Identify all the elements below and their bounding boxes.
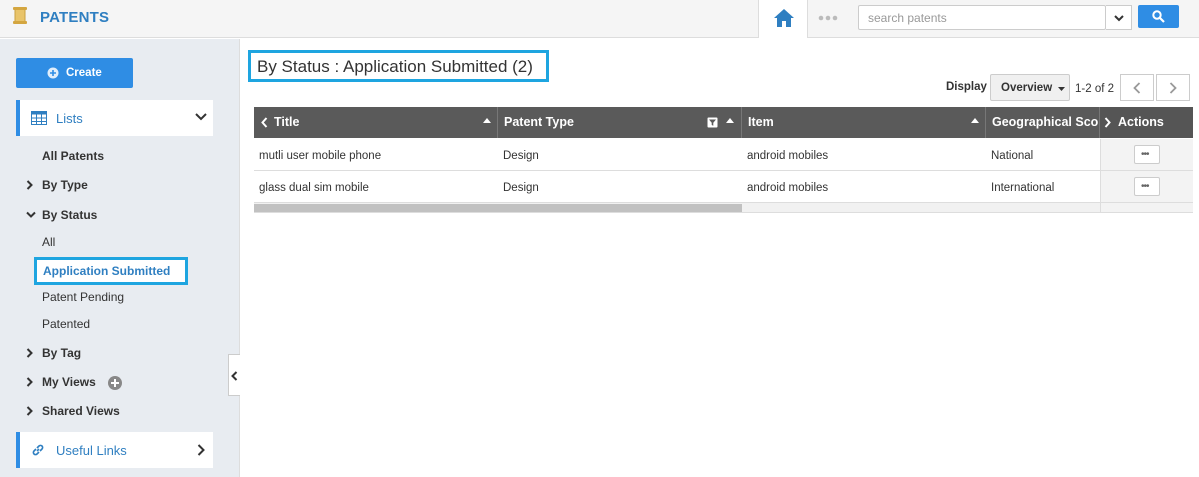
chevron-right-icon [197,444,205,456]
chevron-right-icon [26,406,33,416]
cell-item: android mobiles [747,182,829,194]
sort-asc-icon[interactable] [971,118,979,123]
page-title-box: By Status : Application Submitted (2) [248,50,549,82]
sidebar: Create Lists All Patents By Type By Stat… [0,39,240,477]
table-row[interactable]: glass dual sim mobile Design android mob… [254,171,1100,203]
home-icon [774,9,794,27]
chevron-left-icon [231,371,238,381]
chevron-down-icon [26,211,36,218]
chevron-down-icon [195,113,207,121]
create-button-label: Create [66,67,102,79]
page-title: By Status : Application Submitted (2) [257,57,533,76]
create-button[interactable]: Create [16,58,133,88]
column-header-title[interactable]: Title [254,107,498,138]
search-icon [1152,10,1165,23]
app-title[interactable]: PATENTS [40,9,109,26]
sidebar-item-application-submitted[interactable]: Application Submitted [34,257,188,285]
add-view-icon[interactable] [108,376,122,390]
table-row[interactable]: mutli user mobile phone Design android m… [254,139,1100,171]
patent-scroll-icon [13,7,27,24]
sidebar-collapse-handle[interactable] [228,354,240,396]
cell-patent-type: Design [503,182,539,194]
column-header-actions: Actions [1100,107,1193,138]
search-box [858,5,1106,30]
table-header: Title Patent Type Item Geographical Sco … [254,107,1193,138]
chevron-right-icon [26,348,33,358]
search-input[interactable] [859,6,1105,29]
home-button[interactable] [758,0,808,38]
useful-links-panel-header[interactable]: Useful Links [16,432,213,468]
link-icon [32,444,44,456]
cell-patent-type: Design [503,150,539,162]
row-actions-cell: ••• [1100,139,1193,171]
cell-title[interactable]: mutli user mobile phone [259,150,381,162]
search-scope-dropdown[interactable] [1106,5,1132,30]
row-actions-cell: ••• [1100,171,1193,203]
list-table-icon [31,111,47,125]
chevron-right-icon [1169,82,1177,94]
chevron-right-icon [26,180,33,190]
previous-page-button[interactable] [1120,74,1154,101]
display-select[interactable]: Overview [990,74,1070,101]
cell-title[interactable]: glass dual sim mobile [259,182,369,194]
cell-item: android mobiles [747,150,829,162]
column-header-geographical-scope[interactable]: Geographical Sco [986,107,1100,138]
row-more-actions-button[interactable]: ••• [1134,145,1160,164]
next-page-button[interactable] [1156,74,1190,101]
top-bar: PATENTS [0,0,1199,38]
expand-right-icon[interactable] [1104,117,1111,128]
useful-links-label: Useful Links [56,443,127,458]
plus-circle-icon [47,67,59,79]
cell-geographical-scope: International [991,182,1055,194]
display-select-value: Overview [1001,82,1053,94]
scrollbar-thumb[interactable] [254,204,742,212]
search-button[interactable] [1138,5,1179,28]
display-label: Display [946,81,987,93]
sort-asc-icon[interactable] [726,118,734,123]
column-header-patent-type[interactable]: Patent Type [498,107,742,138]
filter-icon[interactable] [707,117,718,128]
chevron-left-icon [1133,82,1141,94]
more-apps-icon[interactable] [815,11,843,25]
chevron-down-icon [1114,15,1124,22]
actions-column-footer [1100,203,1193,213]
lists-label: Lists [56,111,83,126]
caret-down-icon [1058,87,1065,91]
sort-asc-icon[interactable] [483,118,491,123]
column-header-item[interactable]: Item [742,107,986,138]
pager-text: 1-2 of 2 [1075,83,1114,95]
collapse-left-icon[interactable] [261,117,268,128]
cell-geographical-scope: National [991,150,1034,162]
chevron-right-icon [26,377,33,387]
row-more-actions-button[interactable]: ••• [1134,177,1160,196]
horizontal-scrollbar[interactable] [254,203,1100,213]
lists-panel-header[interactable]: Lists [16,100,213,136]
